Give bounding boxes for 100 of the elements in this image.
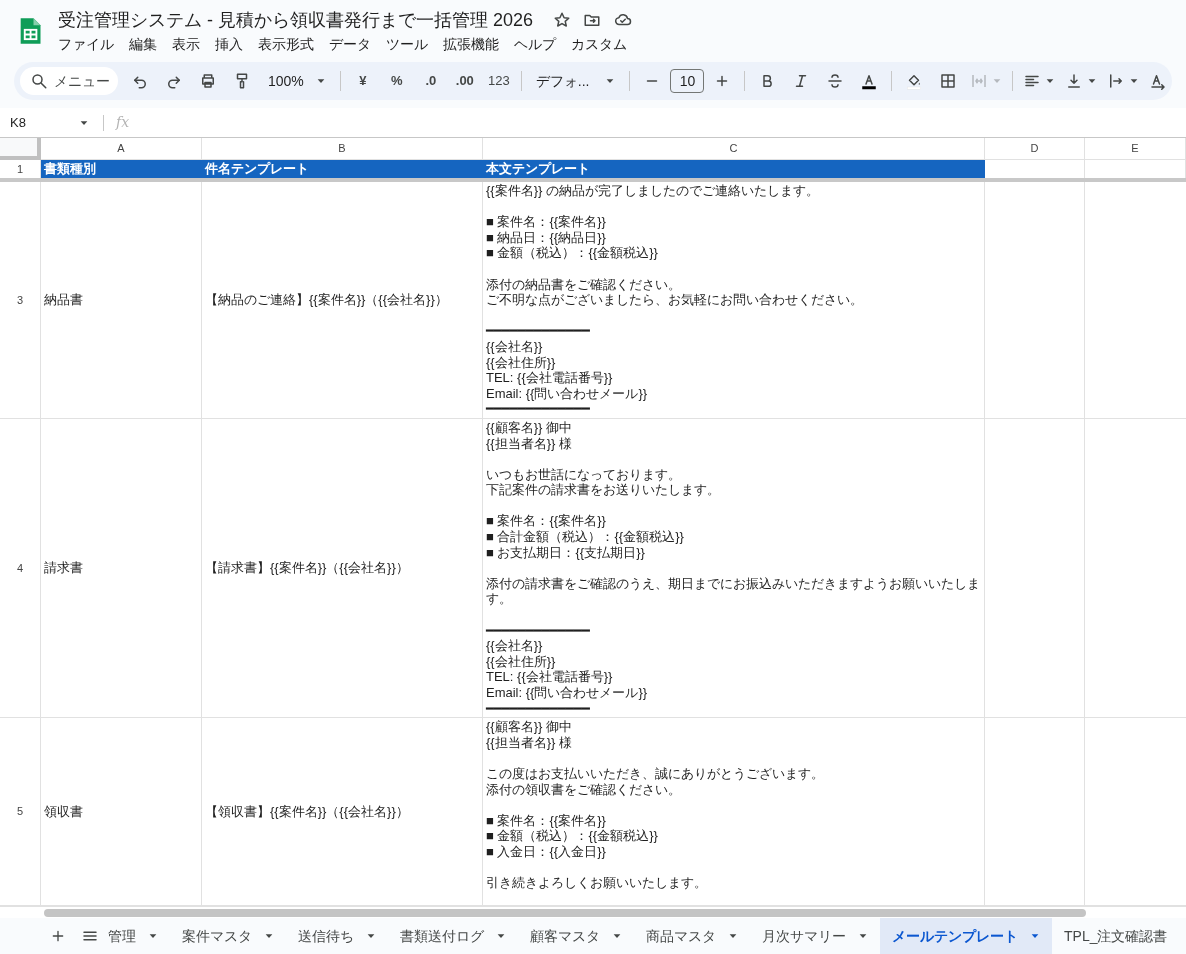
zoom-dropdown[interactable]: 100%	[260, 67, 334, 95]
cell-text-line: {{担当者名}} 様	[486, 435, 573, 452]
merge-cells-icon[interactable]	[970, 72, 989, 90]
cell-text-line: ━━━━━━━━━━━━━	[486, 700, 591, 717]
sheet-tab[interactable]: 案件マスタ	[170, 918, 286, 954]
cell-text-line: 引き続きよろしくお願いいたします。	[486, 875, 708, 891]
star-icon[interactable]	[553, 11, 572, 29]
cell-text-line: ■ 案件名：{{案件名}}	[486, 214, 607, 230]
column-header[interactable]: C	[483, 138, 985, 160]
font-dropdown[interactable]: デフォ...	[527, 67, 624, 95]
cell-text-line: ━━━━━━━━━━━━━	[486, 401, 591, 417]
menu-item[interactable]: ツール	[380, 33, 434, 55]
cell-text-line: {{会社住所}}	[486, 653, 557, 670]
cell-text-line: ■ 納品日：{{納品日}}	[486, 229, 607, 246]
cell-text-line: 添付の領収書をご確認ください。	[486, 781, 682, 798]
cell-text-line: ━━━━━━━━━━━━━	[486, 622, 591, 639]
cell-text-line: {{会社名}}	[486, 638, 544, 654]
plus-icon	[50, 928, 66, 944]
menu-item[interactable]: 拡張機能	[437, 33, 505, 55]
header-cell: 件名テンプレート	[202, 160, 483, 178]
cell-text-line: いつもお世話になっております。	[486, 466, 682, 483]
cell-text-line: ご不明な点がございましたら、お気軽にお問い合わせください。	[486, 292, 864, 308]
table-cell-text: 【請求書】{{案件名}}（{{会社名}}）	[205, 559, 409, 578]
borders-icon[interactable]	[939, 72, 958, 90]
cell-text-line: ■ 合計金額（税込）：{{金額税込}}	[486, 529, 685, 545]
increase-decimal-button[interactable]: .00	[448, 67, 481, 95]
cell-text-line: {{担当者名}} 様	[486, 734, 573, 751]
font-size-field[interactable]: 10	[670, 69, 705, 93]
percent-button[interactable]: %	[380, 67, 413, 95]
caret-icon[interactable]	[148, 931, 158, 941]
text-color-icon[interactable]	[860, 72, 879, 90]
cell-text-line: TEL: {{会社電話番号}}	[486, 370, 614, 386]
text-rotation-icon[interactable]	[1149, 72, 1168, 90]
cell-text-line: ■ 案件名：{{案件名}}	[486, 812, 607, 829]
cell-text-line: Email: {{問い合わせメール}}	[486, 685, 649, 701]
print-icon[interactable]	[199, 72, 217, 90]
column-header[interactable]: B	[202, 138, 483, 160]
decrease-decimal-button[interactable]: .0	[414, 67, 447, 95]
name-box[interactable]: K8	[0, 108, 95, 137]
caret-icon[interactable]	[858, 931, 868, 941]
strikethrough-icon[interactable]	[826, 72, 845, 90]
caret-icon[interactable]	[366, 931, 376, 941]
table-cell-text: 請求書	[44, 559, 83, 578]
sheet-tab[interactable]: 送信待ち	[286, 918, 388, 954]
cell-text-line: 下記案件の請求書をお送りいたします。	[486, 482, 721, 498]
sheet-tab[interactable]: 商品マスタ	[634, 918, 750, 954]
horizontal-scrollbar[interactable]	[44, 908, 1086, 917]
sheet-tab[interactable]: 管理	[106, 918, 170, 954]
caret-icon[interactable]	[496, 931, 506, 941]
caret-icon[interactable]	[605, 76, 616, 86]
search-icon	[30, 72, 48, 90]
table-cell-text: 領収書	[44, 802, 83, 821]
sheet-tab[interactable]: メールテンプレート	[880, 918, 1052, 954]
menu-item[interactable]: 挿入	[209, 33, 249, 55]
cell-text-line: {{会社名}}	[486, 338, 544, 355]
caret-icon[interactable]	[315, 76, 326, 86]
fill-color-icon[interactable]	[905, 72, 924, 90]
cell-text-line: ■ 金額（税込）：{{金額税込}}	[486, 828, 659, 844]
currency-button[interactable]: ¥	[346, 67, 379, 95]
menu-item[interactable]: カスタム	[565, 33, 633, 55]
cell-text-line: ■ 入金日：{{入金日}}	[486, 843, 607, 860]
menu-item[interactable]: データ	[323, 33, 377, 55]
sheet-tab[interactable]: 月次サマリー	[750, 918, 880, 954]
cell-text-line: 添付の納品書をご確認ください。	[486, 276, 682, 293]
number-format-button[interactable]: 123	[482, 67, 515, 95]
column-header[interactable]: E	[1085, 138, 1186, 160]
cell-text-line: ━━━━━━━━━━━━━	[486, 323, 591, 339]
cell-text-line: {{会社住所}}	[486, 354, 557, 371]
sheet-tab[interactable]: 顧客マスタ	[518, 918, 634, 954]
formula-label: fx	[116, 113, 130, 132]
caret-icon[interactable]	[728, 931, 738, 941]
cell-text-line: ■ お支払期日：{{支払期日}}	[486, 544, 646, 561]
caret-icon[interactable]	[1045, 76, 1056, 86]
cell-text-line: {{顧客名}} 御中	[486, 719, 573, 735]
cell-text-line: 添付の請求書をご確認のうえ、期日までにお振込みいただきますようお願いいたします。	[486, 575, 981, 608]
cell-text-line: Email: {{問い合わせメール}}	[486, 385, 649, 402]
caret-icon[interactable]	[264, 931, 274, 941]
cell-text-line: TEL: {{会社電話番号}}	[486, 669, 614, 685]
menu-item[interactable]: 表示形式	[252, 33, 320, 55]
caret-icon[interactable]	[1129, 76, 1140, 86]
table-cell-text: 【領収書】{{案件名}}（{{会社名}}）	[205, 802, 409, 821]
column-header[interactable]: A	[41, 138, 202, 160]
menu-search-field[interactable]: メニュー	[20, 67, 118, 95]
sheet-tab[interactable]: TPL_注文確認書	[1052, 918, 1180, 954]
cell-text-line: この度はお支払いいただき、誠にありがとうございます。	[486, 765, 825, 782]
cell-text-line: {{案件名}} の納品が完了しましたのでご連絡いたします。	[486, 183, 820, 199]
cell-text-line: ■ 案件名：{{案件名}}	[486, 513, 607, 530]
column-header[interactable]: D	[985, 138, 1085, 160]
caret-icon[interactable]	[612, 931, 622, 941]
caret-icon[interactable]	[1087, 76, 1098, 86]
caret-icon[interactable]	[1030, 931, 1040, 941]
menu-item[interactable]: 編集	[123, 33, 163, 55]
sheet-tab[interactable]: 書類送付ログ	[388, 918, 518, 954]
menu-item[interactable]: ヘルプ	[508, 33, 562, 55]
menu-item[interactable]: ファイル	[52, 33, 120, 55]
cell-text-line: ■ 金額（税込）：{{金額税込}}	[486, 245, 659, 261]
table-cell-text: 納品書	[44, 291, 83, 310]
document-title[interactable]: 受注管理システム - 見積から領収書発行まで一括管理 2026	[58, 8, 534, 32]
menu-item[interactable]: 表示	[166, 33, 206, 55]
table-cell-text: 【納品のご連絡】{{案件名}}（{{会社名}}）	[205, 291, 448, 310]
